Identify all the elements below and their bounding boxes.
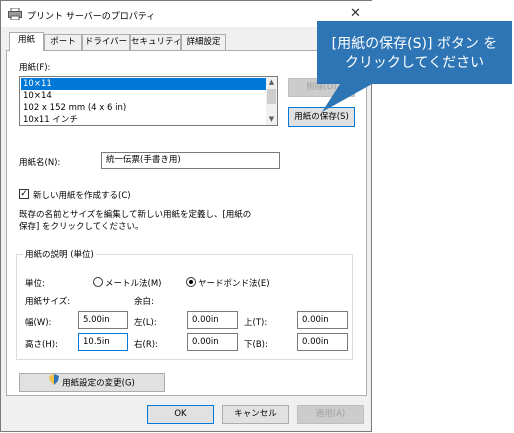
callout-box: [用紙の保存(S)] ボタン を クリックしてください — [317, 21, 512, 84]
tab-forms[interactable]: 用紙 — [9, 32, 44, 51]
callout-line-2: クリックしてください — [344, 55, 485, 71]
callout-line-1: [用紙の保存(S)] ボタン を — [331, 36, 498, 52]
